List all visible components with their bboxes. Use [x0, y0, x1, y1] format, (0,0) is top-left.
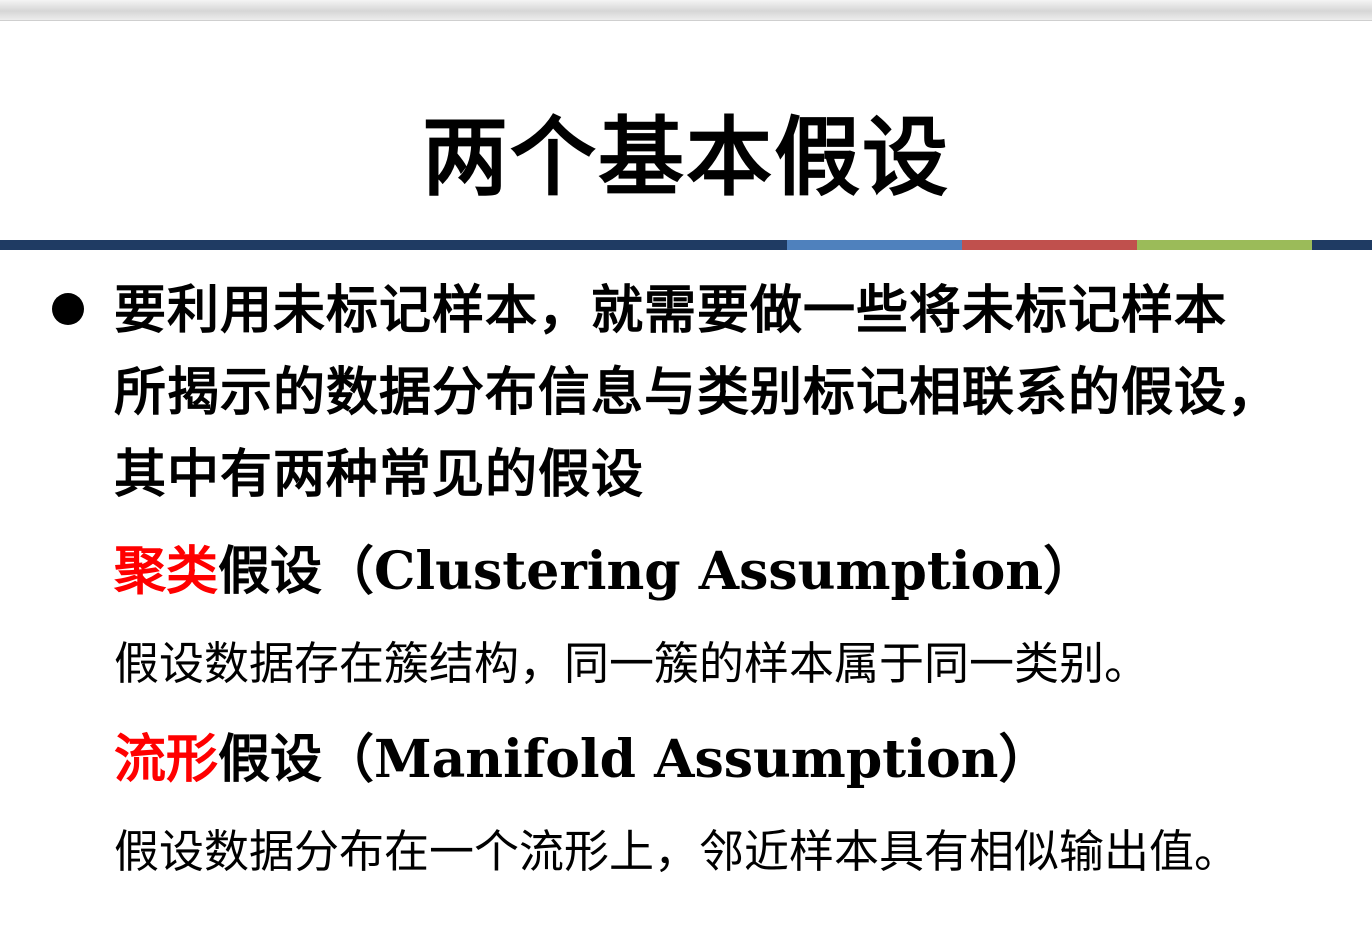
manifold-heading-suffix: 假设（Manifold Assumption） [218, 729, 1051, 790]
bullet-line-3: 其中有两种常见的假设 [114, 444, 645, 505]
manifold-assumption-description: 假设数据分布在一个流形上，邻近样本具有相似输出值。 [114, 825, 1240, 878]
clustering-heading-suffix: 假设（Clustering Assumption） [218, 541, 1096, 602]
bullet-line-2: 所揭示的数据分布信息与类别标记相联系的假设， [114, 362, 1281, 423]
clustering-assumption-description: 假设数据存在簇结构，同一簇的样本属于同一类别。 [114, 637, 1150, 690]
divider-segment-green [1137, 240, 1312, 250]
divider-segment-blue [787, 240, 962, 250]
title-divider-bar [0, 240, 1372, 250]
divider-segment-navy [0, 240, 787, 250]
clustering-assumption-heading: 聚类假设（Clustering Assumption） [114, 540, 1095, 604]
bullet-line-1: 要利用未标记样本，就需要做一些将未标记样本 [114, 280, 1228, 341]
slide-top-border [0, 0, 1372, 21]
manifold-assumption-heading: 流形假设（Manifold Assumption） [114, 728, 1050, 792]
slide-title: 两个基本假设 [422, 107, 950, 208]
manifold-term: 流形 [114, 729, 219, 790]
divider-segment-red [962, 240, 1137, 250]
bullet-icon [52, 293, 84, 325]
bullet-paragraph: 要利用未标记样本，就需要做一些将未标记样本 所揭示的数据分布信息与类别标记相联系… [114, 270, 1344, 516]
divider-segment-navy-end [1312, 240, 1372, 250]
clustering-term: 聚类 [114, 541, 219, 602]
